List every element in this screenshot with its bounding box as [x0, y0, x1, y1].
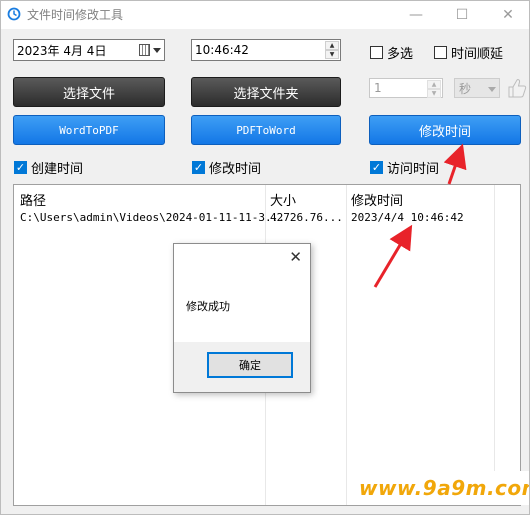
- select-folder-button[interactable]: 选择文件夹: [191, 77, 341, 107]
- cell-size: 42726.76...: [270, 211, 343, 224]
- select-file-button[interactable]: 选择文件: [13, 77, 165, 107]
- pdf-to-word-button[interactable]: PDFToWord: [191, 115, 341, 145]
- chevron-down-icon: [488, 87, 496, 92]
- access-time-checkbox[interactable]: ✓ 访问时间: [370, 158, 439, 177]
- checkbox-checked[interactable]: ✓: [192, 161, 205, 174]
- checkbox-box[interactable]: [434, 46, 447, 59]
- column-divider[interactable]: [494, 185, 495, 505]
- calendar-icon[interactable]: [139, 44, 150, 56]
- time-picker[interactable]: 10:46:42 ▲ ▼: [191, 39, 341, 61]
- checkbox-checked[interactable]: ✓: [370, 161, 383, 174]
- modify-time-button[interactable]: 修改时间: [369, 115, 521, 145]
- modify-time-checkbox[interactable]: ✓ 修改时间: [192, 158, 261, 177]
- time-value: 10:46:42: [195, 43, 249, 57]
- modify-time-label: 修改时间: [209, 162, 262, 177]
- interval-value: 1: [374, 81, 382, 95]
- title-bar: 文件时间修改工具 — ☐ ✕: [1, 1, 529, 29]
- spin-up-icon: ▲: [427, 80, 441, 89]
- arrow-to-modify-button: [443, 143, 467, 185]
- thumbs-up-icon: [508, 79, 527, 98]
- dialog-close-icon[interactable]: ✕: [289, 248, 302, 266]
- app-window: 文件时间修改工具 — ☐ ✕ 2023年 4月 4日 10:46:42 ▲ ▼ …: [0, 0, 530, 515]
- app-icon: [7, 7, 21, 21]
- interval-input: 1 ▲ ▼: [369, 78, 443, 98]
- close-button[interactable]: ✕: [485, 1, 529, 29]
- time-spinner[interactable]: ▲ ▼: [325, 41, 339, 59]
- column-divider[interactable]: [346, 185, 347, 505]
- date-value: 2023年 4月 4日: [17, 43, 107, 58]
- window-title: 文件时间修改工具: [27, 8, 124, 22]
- multi-select-checkbox[interactable]: 多选: [370, 43, 413, 62]
- column-header-size[interactable]: 大小: [270, 190, 296, 209]
- cell-modified: 2023/4/4 10:46:42: [351, 211, 464, 224]
- dialog-message: 修改成功: [186, 300, 230, 313]
- column-header-path[interactable]: 路径: [20, 190, 46, 209]
- watermark: www.9a9m.com: [359, 471, 529, 505]
- create-time-label: 创建时间: [31, 162, 84, 177]
- checkbox-box[interactable]: [370, 46, 383, 59]
- interval-unit-select: 秒: [454, 78, 500, 98]
- ok-button[interactable]: 确定: [207, 352, 293, 378]
- word-to-pdf-button[interactable]: WordToPDF: [13, 115, 165, 145]
- spin-down-icon: ▼: [427, 89, 441, 98]
- interval-unit: 秒: [459, 81, 472, 96]
- access-time-label: 访问时间: [387, 162, 440, 177]
- time-order-label: 时间顺延: [451, 47, 504, 62]
- checkbox-checked[interactable]: ✓: [14, 161, 27, 174]
- multi-select-label: 多选: [387, 47, 414, 62]
- chevron-down-icon[interactable]: [153, 48, 161, 53]
- date-picker[interactable]: 2023年 4月 4日: [13, 39, 165, 61]
- spin-down-icon[interactable]: ▼: [325, 50, 339, 59]
- minimize-button[interactable]: —: [393, 1, 439, 29]
- spin-up-icon[interactable]: ▲: [325, 41, 339, 50]
- column-header-modified[interactable]: 修改时间: [351, 190, 403, 209]
- time-order-checkbox[interactable]: 时间顺延: [434, 43, 503, 62]
- create-time-checkbox[interactable]: ✓ 创建时间: [14, 158, 83, 177]
- interval-spinner: ▲ ▼: [427, 80, 441, 98]
- maximize-button[interactable]: ☐: [439, 1, 485, 29]
- cell-path: C:\Users\admin\Videos\2024-01-11-11-3...: [20, 211, 285, 224]
- dialog-footer: 确定: [174, 342, 310, 392]
- success-dialog: ✕ 修改成功 确定: [173, 243, 311, 393]
